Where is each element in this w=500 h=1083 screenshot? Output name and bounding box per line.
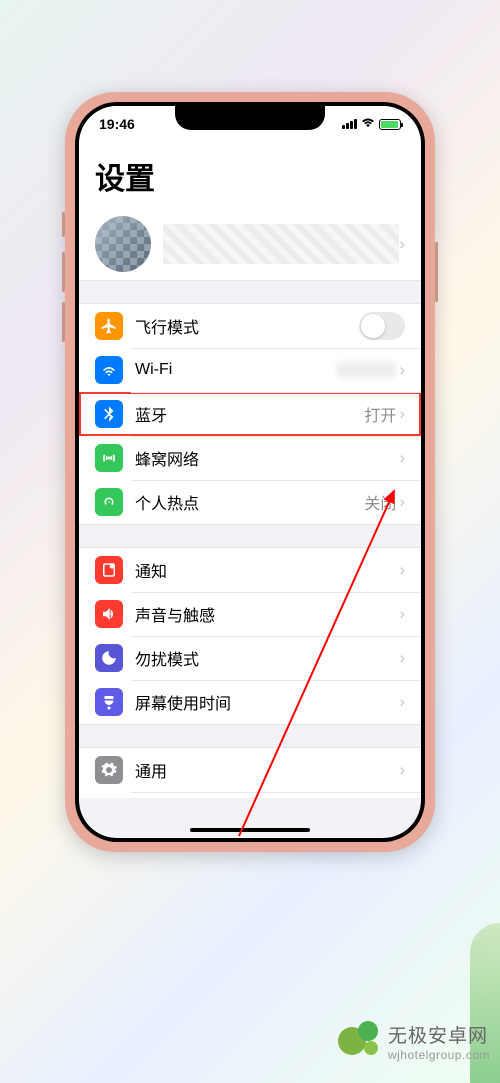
row-label: 通知 xyxy=(135,558,399,582)
phone-frame: 19:46 设置 › xyxy=(65,92,435,852)
row-dnd[interactable]: 勿扰模式 › xyxy=(79,636,421,680)
row-label: 蓝牙 xyxy=(135,402,364,426)
screentime-icon xyxy=(95,688,123,716)
gear-icon xyxy=(95,756,123,784)
home-indicator[interactable] xyxy=(190,828,310,832)
chevron-icon: › xyxy=(399,604,405,624)
settings-group-connectivity: 飞行模式 Wi-Fi › xyxy=(79,303,421,525)
chevron-icon: › xyxy=(399,234,405,254)
phone-screen: 19:46 设置 › xyxy=(79,106,421,838)
bluetooth-value: 打开 xyxy=(364,402,396,426)
row-notifications[interactable]: 通知 › xyxy=(79,548,421,592)
airplane-icon xyxy=(95,312,123,340)
settings-scroll[interactable]: 设置 › 飞行模式 xyxy=(79,136,421,798)
row-label: 勿扰模式 xyxy=(135,646,399,670)
notch xyxy=(175,106,325,130)
chevron-icon: › xyxy=(399,692,405,712)
row-label: 飞行模式 xyxy=(135,314,359,338)
row-hotspot[interactable]: 个人热点 关闭 › xyxy=(79,480,421,524)
battery-icon xyxy=(379,119,401,130)
wifi-value-blurred xyxy=(336,362,396,378)
row-sound[interactable]: 声音与触感 › xyxy=(79,592,421,636)
row-label: 声音与触感 xyxy=(135,602,399,626)
sound-icon xyxy=(95,600,123,628)
airplane-toggle[interactable] xyxy=(359,312,405,340)
hotspot-value: 关闭 xyxy=(364,490,396,514)
chevron-icon: › xyxy=(399,492,405,512)
status-time: 19:46 xyxy=(99,116,135,132)
chevron-icon: › xyxy=(399,448,405,468)
bluetooth-icon xyxy=(95,400,123,428)
chevron-icon: › xyxy=(399,360,405,380)
chevron-icon: › xyxy=(399,404,405,424)
wifi-settings-icon xyxy=(95,356,123,384)
dnd-icon xyxy=(95,644,123,672)
hotspot-icon xyxy=(95,488,123,516)
account-name-blurred xyxy=(163,224,399,264)
row-label: 屏幕使用时间 xyxy=(135,690,399,714)
row-airplane[interactable]: 飞行模式 xyxy=(79,304,421,348)
settings-group-alerts: 通知 › 声音与触感 › 勿扰模式 xyxy=(79,547,421,725)
watermark-url: wjhotelgroup.com xyxy=(388,1048,490,1062)
row-label: 蜂窝网络 xyxy=(135,446,399,470)
row-label: 通用 xyxy=(135,758,399,782)
chevron-icon: › xyxy=(399,560,405,580)
row-wifi[interactable]: Wi-Fi › xyxy=(79,348,421,392)
watermark: 无极安卓网 wjhotelgroup.com xyxy=(338,1019,490,1063)
row-control-center[interactable]: 控制中心 › xyxy=(79,792,421,798)
row-general[interactable]: 通用 › xyxy=(79,748,421,792)
row-cellular[interactable]: 蜂窝网络 › xyxy=(79,436,421,480)
chevron-icon: › xyxy=(399,760,405,780)
cellular-icon xyxy=(95,444,123,472)
page-title: 设置 xyxy=(79,136,421,208)
row-label: Wi-Fi xyxy=(135,361,336,379)
row-label: 个人热点 xyxy=(135,490,364,514)
wifi-icon xyxy=(361,118,375,131)
avatar xyxy=(95,216,151,272)
notification-icon xyxy=(95,556,123,584)
watermark-title: 无极安卓网 xyxy=(388,1021,490,1048)
account-row[interactable]: › xyxy=(79,208,421,281)
watermark-logo xyxy=(338,1019,382,1063)
row-bluetooth[interactable]: 蓝牙 打开 › xyxy=(79,392,421,436)
chevron-icon: › xyxy=(399,648,405,668)
row-screentime[interactable]: 屏幕使用时间 › xyxy=(79,680,421,724)
signal-icon xyxy=(342,119,357,129)
settings-group-system: 通用 › 控制中心 › AA 显示与亮度 xyxy=(79,747,421,798)
